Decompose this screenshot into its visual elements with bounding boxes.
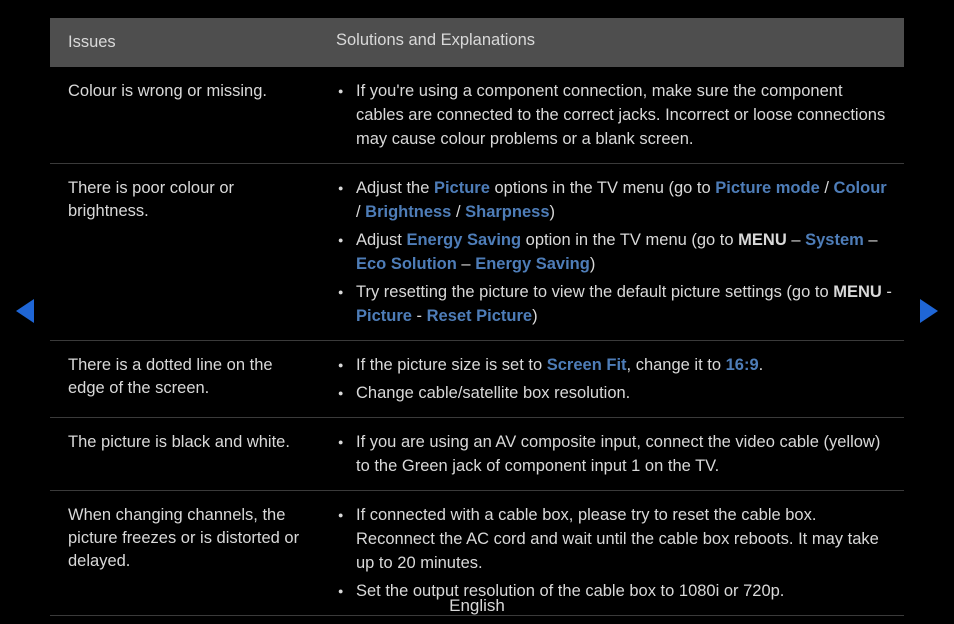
triangle-right-icon [918, 298, 940, 324]
issue-cell: There is a dotted line on the edge of th… [50, 341, 316, 418]
solution-cell: If the picture size is set to Screen Fit… [316, 341, 904, 418]
list-item: If the picture size is set to Screen Fit… [320, 351, 894, 379]
table-row: There is poor colour or brightness. Adju… [50, 164, 904, 341]
list-item: If connected with a cable box, please tr… [320, 501, 894, 577]
solution-cell: If you are using an AV composite input, … [316, 418, 904, 491]
keyword-brightness: Brightness [365, 203, 451, 221]
issue-cell: There is poor colour or brightness. [50, 164, 316, 341]
table-row: There is a dotted line on the edge of th… [50, 341, 904, 418]
troubleshooting-table: Issues Solutions and Explanations Colour… [50, 18, 904, 616]
solution-cell: Adjust the Picture options in the TV men… [316, 164, 904, 341]
header-solutions: Solutions and Explanations [316, 18, 904, 67]
keyword-menu: MENU [738, 231, 787, 249]
manual-page: Issues Solutions and Explanations Colour… [0, 0, 954, 624]
list-item: Try resetting the picture to view the de… [320, 278, 894, 330]
keyword-menu: MENU [833, 283, 882, 301]
solution-cell: If you're using a component connection, … [316, 67, 904, 164]
triangle-left-icon [14, 298, 36, 324]
table-header-row: Issues Solutions and Explanations [50, 18, 904, 67]
list-item: If you're using a component connection, … [320, 77, 894, 153]
keyword-sharpness: Sharpness [465, 203, 549, 221]
keyword-picture: Picture [434, 179, 490, 197]
keyword-energy-saving: Energy Saving [475, 255, 590, 273]
keyword-colour: Colour [834, 179, 887, 197]
next-page-button[interactable] [918, 298, 940, 324]
keyword-picture: Picture [356, 307, 412, 325]
footer-language: English [0, 596, 954, 616]
list-item: If you are using an AV composite input, … [320, 428, 894, 480]
keyword-picture-mode: Picture mode [715, 179, 820, 197]
keyword-eco-solution: Eco Solution [356, 255, 457, 273]
prev-page-button[interactable] [14, 298, 36, 324]
keyword-energy-saving: Energy Saving [406, 231, 521, 249]
header-issues: Issues [50, 18, 316, 67]
keyword-16-9: 16:9 [726, 356, 759, 374]
keyword-reset-picture: Reset Picture [427, 307, 532, 325]
table-row: The picture is black and white. If you a… [50, 418, 904, 491]
issue-cell: The picture is black and white. [50, 418, 316, 491]
keyword-system: System [805, 231, 864, 249]
list-item: Change cable/satellite box resolution. [320, 379, 894, 407]
list-item: Adjust Energy Saving option in the TV me… [320, 226, 894, 278]
list-item: Adjust the Picture options in the TV men… [320, 174, 894, 226]
table-row: Colour is wrong or missing. If you're us… [50, 67, 904, 164]
keyword-screen-fit: Screen Fit [547, 356, 627, 374]
issue-cell: Colour is wrong or missing. [50, 67, 316, 164]
